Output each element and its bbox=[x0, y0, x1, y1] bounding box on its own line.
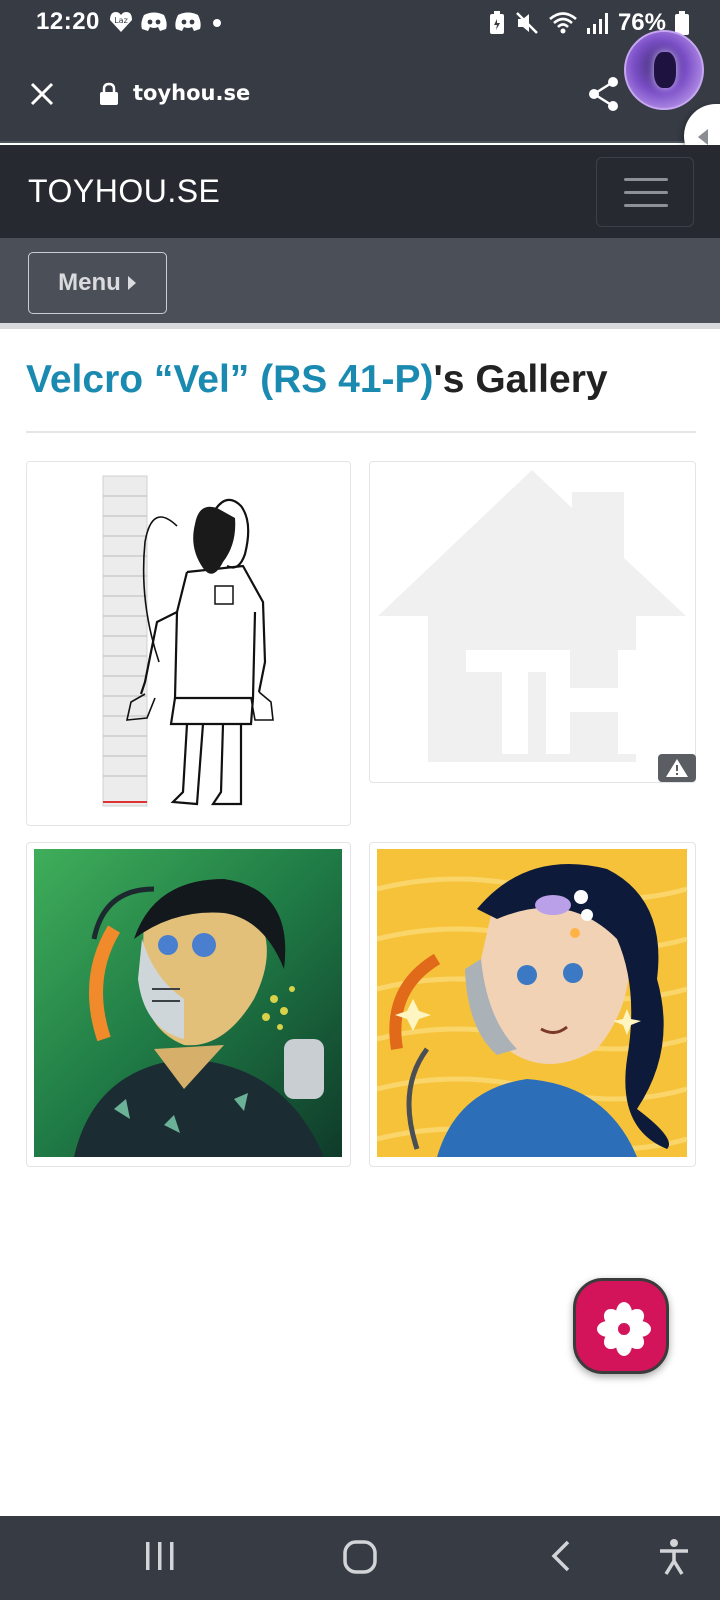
warning-icon bbox=[666, 759, 688, 777]
share-icon[interactable] bbox=[586, 74, 622, 114]
recents-icon[interactable] bbox=[144, 1538, 176, 1574]
gallery-thumbnail[interactable] bbox=[369, 461, 696, 783]
status-bar: 12:20 Laz 76% bbox=[0, 0, 720, 46]
character-link[interactable]: Velcro “Vel” (RS 41-P) bbox=[26, 358, 434, 401]
chat-head-avatar[interactable] bbox=[624, 30, 704, 110]
back-icon[interactable] bbox=[548, 1538, 574, 1574]
gallery-title-suffix: 's Gallery bbox=[433, 358, 608, 401]
svg-text:Laz: Laz bbox=[114, 16, 128, 25]
home-icon[interactable] bbox=[342, 1538, 380, 1576]
sub-navbar: Menu bbox=[0, 238, 720, 329]
lazada-icon: Laz bbox=[110, 12, 132, 32]
hamburger-line bbox=[624, 178, 668, 181]
discord-icon bbox=[141, 12, 167, 31]
gallery-title: Velcro “Vel” (RS 41-P)'s Gallery bbox=[26, 358, 608, 402]
battery-saver-icon bbox=[489, 11, 504, 34]
signal-icon bbox=[586, 13, 608, 34]
caret-right-icon bbox=[127, 276, 136, 290]
gallery-thumbnail[interactable] bbox=[26, 842, 351, 1167]
accessibility-icon[interactable] bbox=[657, 1538, 691, 1576]
title-divider bbox=[26, 431, 696, 433]
yellow-portrait-artwork bbox=[377, 849, 688, 1157]
flower-fab-button[interactable] bbox=[573, 1278, 669, 1374]
discord-icon bbox=[175, 12, 201, 31]
flower-icon bbox=[597, 1302, 651, 1356]
green-portrait-artwork bbox=[34, 849, 342, 1157]
site-brand[interactable]: TOYHOU.SE bbox=[28, 173, 220, 210]
chevron-left-icon bbox=[698, 129, 708, 145]
hamburger-menu-button[interactable] bbox=[596, 157, 694, 227]
mute-icon bbox=[516, 12, 538, 34]
gallery-thumbnail[interactable] bbox=[26, 461, 351, 826]
url-text[interactable]: toyhou.se bbox=[133, 81, 250, 105]
content-warning-badge[interactable] bbox=[658, 754, 696, 782]
hamburger-line bbox=[624, 191, 668, 194]
gallery-thumbnail[interactable] bbox=[369, 842, 696, 1167]
menu-button-label: Menu bbox=[58, 269, 121, 296]
status-time: 12:20 bbox=[36, 8, 100, 35]
close-icon[interactable] bbox=[24, 76, 60, 112]
dot-icon bbox=[213, 19, 221, 27]
browser-toolbar: toyhou.se bbox=[0, 46, 720, 143]
lock-icon bbox=[100, 82, 118, 105]
notification-icons: Laz bbox=[108, 10, 226, 34]
menu-button[interactable]: Menu bbox=[28, 252, 167, 314]
toyhouse-placeholder-logo bbox=[370, 462, 694, 781]
android-navigation-bar bbox=[0, 1516, 720, 1600]
wifi-icon bbox=[549, 12, 577, 34]
height-chart-sketch-image bbox=[27, 462, 349, 824]
hamburger-line bbox=[624, 204, 668, 207]
site-navbar: TOYHOU.SE bbox=[0, 145, 720, 238]
